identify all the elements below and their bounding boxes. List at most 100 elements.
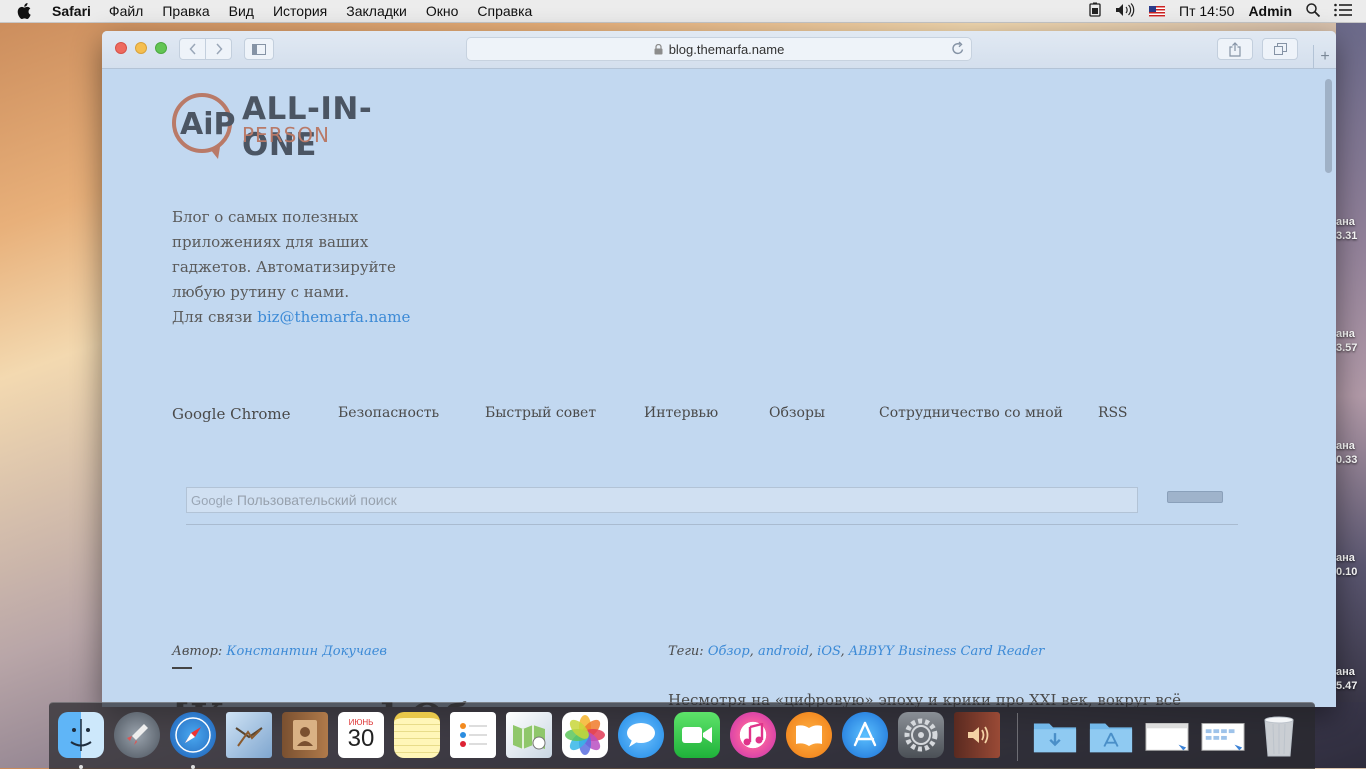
aip-logo-icon: AiP	[172, 93, 236, 159]
contacts-icon[interactable]	[282, 712, 328, 758]
maps-icon[interactable]	[506, 712, 552, 758]
sidebar-icon	[252, 43, 266, 55]
site-description: Блог о самых полезных приложениях для ва…	[172, 205, 412, 330]
site-description-text: Блог о самых полезных приложениях для ва…	[172, 208, 396, 301]
notes-icon[interactable]	[394, 712, 440, 758]
menubar-clock[interactable]: Пт 14:50	[1179, 3, 1234, 19]
search-placeholder: Пользовательский поиск	[236, 492, 397, 508]
search-input[interactable]: Google Пользовательский поиск	[186, 487, 1138, 513]
nav-security[interactable]: Безопасность	[338, 405, 439, 421]
menu-file[interactable]: Файл	[109, 3, 143, 19]
nav-cooperation[interactable]: Сотрудничество со мной	[879, 405, 1063, 421]
google-search-brand: Google	[191, 492, 233, 508]
share-icon	[1229, 41, 1241, 57]
menubar: Safari Файл Правка Вид История Закладки …	[0, 0, 1366, 23]
system-preferences-icon[interactable]	[898, 712, 944, 758]
audiobook-app-icon[interactable]	[954, 712, 1000, 758]
desktop-file-label-4[interactable]: ана 0.10	[1336, 551, 1366, 579]
forward-button[interactable]	[205, 38, 232, 60]
running-indicator	[191, 765, 195, 769]
contact-email-link[interactable]: biz@themarfa.name	[257, 308, 410, 326]
desktop-file-label-2[interactable]: ана 3.57	[1336, 327, 1366, 355]
site-logo[interactable]: AiP ALL-IN-ONE PERSON	[172, 91, 432, 163]
menu-view[interactable]: Вид	[229, 3, 254, 19]
finder-icon[interactable]	[58, 712, 104, 758]
apple-menu-icon[interactable]	[14, 3, 34, 19]
battery-icon[interactable]	[1089, 2, 1101, 20]
author-underline	[172, 667, 192, 669]
sidebar-toggle-button[interactable]	[244, 38, 274, 60]
stack-document-icon[interactable]	[1144, 712, 1190, 758]
downloads-folder-icon[interactable]	[1032, 712, 1078, 758]
menubar-user[interactable]: Admin	[1248, 3, 1292, 19]
fullscreen-window-button[interactable]	[155, 42, 167, 54]
desktop-file-label-3[interactable]: ана 0.33	[1336, 439, 1366, 467]
safari-icon[interactable]	[170, 712, 216, 758]
back-button[interactable]	[179, 38, 206, 60]
notification-center-icon[interactable]	[1334, 3, 1352, 20]
facetime-icon[interactable]	[674, 712, 720, 758]
itunes-icon[interactable]	[730, 712, 776, 758]
menu-history[interactable]: История	[273, 3, 327, 19]
desktop-file-label-5[interactable]: ана 5.47	[1336, 665, 1366, 693]
tag-link[interactable]: Обзор	[708, 644, 750, 659]
tag-link[interactable]: iOS	[817, 644, 840, 659]
header-divider	[186, 524, 1238, 525]
tabs-icon	[1273, 43, 1287, 55]
menu-edit[interactable]: Правка	[162, 3, 209, 19]
chevron-right-icon	[215, 43, 223, 55]
dock: ИЮНЬ 30	[49, 702, 1315, 769]
logo-mark-text: AiP	[180, 107, 236, 142]
stack-screenshot-icon[interactable]	[1200, 712, 1246, 758]
nav-quick-tip[interactable]: Быстрый совет	[485, 405, 596, 421]
nav-google-chrome[interactable]: Google Chrome	[172, 405, 291, 423]
spotlight-search-icon[interactable]	[1306, 2, 1321, 20]
menu-window[interactable]: Окно	[426, 3, 459, 19]
menu-bookmarks[interactable]: Закладки	[346, 3, 407, 19]
tabs-overview-button[interactable]	[1262, 38, 1298, 60]
close-window-button[interactable]	[115, 42, 127, 54]
nav-reviews[interactable]: Обзоры	[769, 405, 825, 421]
desktop-file-label-1[interactable]: ана 3.31	[1336, 215, 1366, 243]
menu-app-safari[interactable]: Safari	[52, 3, 91, 19]
address-bar[interactable]: blog.themarfa.name	[466, 37, 972, 61]
launchpad-icon[interactable]	[114, 712, 160, 758]
photos-icon[interactable]	[562, 712, 608, 758]
app-store-icon[interactable]	[842, 712, 888, 758]
browser-toolbar: blog.themarfa.name +	[102, 31, 1336, 69]
web-page: AiP ALL-IN-ONE PERSON Блог о самых полез…	[102, 69, 1324, 707]
post-author: Автор: Константин Докучаев	[172, 644, 387, 659]
chevron-left-icon	[188, 43, 196, 55]
search-button[interactable]	[1167, 491, 1223, 503]
share-button[interactable]	[1217, 38, 1253, 60]
new-tab-button[interactable]: +	[1313, 45, 1336, 68]
tag-link[interactable]: ABBYY Business Card Reader	[849, 644, 1045, 659]
contact-label: Для связи	[172, 308, 253, 326]
reminders-icon[interactable]	[450, 712, 496, 758]
lock-icon	[654, 43, 663, 55]
trash-icon[interactable]	[1256, 712, 1302, 758]
calendar-day: 30	[347, 725, 375, 752]
minimize-window-button[interactable]	[135, 42, 147, 54]
applications-folder-icon[interactable]	[1088, 712, 1134, 758]
messages-icon[interactable]	[618, 712, 664, 758]
ibooks-icon[interactable]	[786, 712, 832, 758]
volume-icon[interactable]	[1115, 2, 1135, 20]
author-link[interactable]: Константин Докучаев	[226, 644, 387, 659]
nav-interview[interactable]: Интервью	[644, 405, 718, 421]
reload-icon[interactable]	[951, 41, 965, 56]
tags-label: Теги:	[668, 644, 704, 659]
mail-icon[interactable]	[226, 712, 272, 758]
logo-subtitle: PERSON	[242, 123, 330, 147]
nav-rss[interactable]: RSS	[1098, 405, 1127, 421]
safari-window: blog.themarfa.name + AiP ALL-IN-ONE PERS…	[102, 31, 1336, 707]
address-text: blog.themarfa.name	[668, 41, 785, 57]
page-scrollbar[interactable]	[1325, 79, 1332, 173]
running-indicator	[79, 765, 83, 769]
author-label: Автор:	[172, 644, 223, 659]
input-source-flag-icon[interactable]	[1149, 5, 1166, 17]
calendar-icon[interactable]: ИЮНЬ 30	[338, 712, 384, 758]
tag-link[interactable]: android	[758, 644, 809, 659]
menu-help[interactable]: Справка	[477, 3, 532, 19]
plus-icon: +	[1320, 47, 1330, 65]
